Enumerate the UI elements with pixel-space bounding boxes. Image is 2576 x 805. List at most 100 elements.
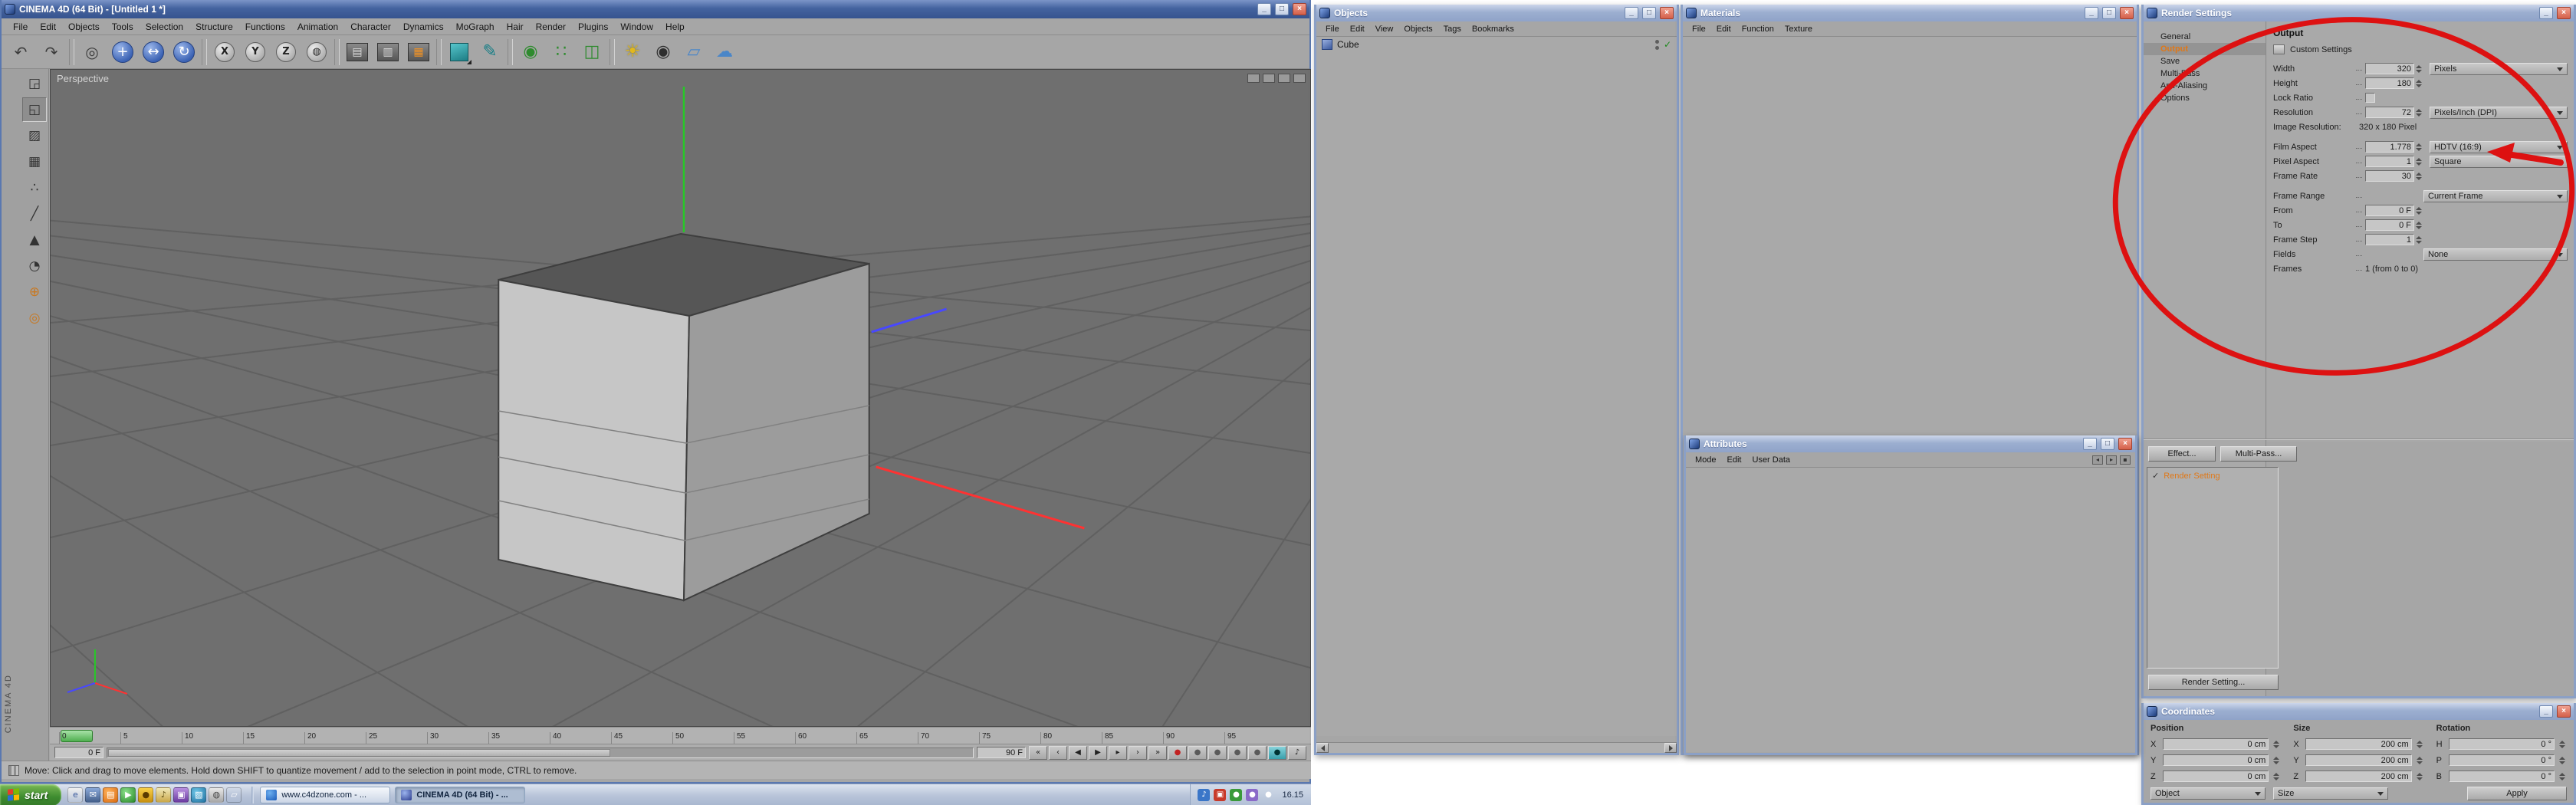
visibility-dots-icon[interactable]	[1654, 39, 1659, 50]
nav-item-options[interactable]: Options	[2144, 92, 2266, 104]
menu-item[interactable]: Edit	[34, 21, 61, 33]
rotation-h-input[interactable]: 0 °	[2448, 738, 2555, 750]
menu-item[interactable]: Character	[345, 21, 396, 33]
pixel-aspect-preset-dropdown[interactable]: Square	[2430, 155, 2568, 168]
show-desktop-icon[interactable]: ▤	[103, 787, 119, 803]
model-mode-icon[interactable]: ◱	[22, 97, 47, 122]
resolution-input[interactable]: 72	[2365, 107, 2414, 118]
nav-item-antialiasing[interactable]: Anti-Aliasing	[2144, 80, 2266, 92]
height-spinner[interactable]	[2414, 77, 2423, 89]
to-input[interactable]: 0 F	[2365, 219, 2414, 231]
preset-row[interactable]: ✓ Render Setting	[2147, 468, 2278, 484]
z-axis-handle[interactable]	[871, 307, 948, 334]
rotate-tool-icon[interactable]: ↻	[169, 38, 199, 67]
pixel-aspect-input[interactable]: 1	[2365, 156, 2414, 167]
film-aspect-input[interactable]: 1.778	[2365, 141, 2414, 153]
instance-icon[interactable]: ◫	[577, 38, 606, 67]
camera-icon[interactable]: ◉	[649, 38, 678, 67]
next-frame-button[interactable]: ▸	[1109, 745, 1127, 760]
menu-item[interactable]: File	[1687, 24, 1710, 34]
y-axis-lock-icon[interactable]: Y	[241, 38, 270, 67]
multipass-button[interactable]: Multi-Pass...	[2220, 446, 2297, 462]
width-spinner[interactable]	[2414, 63, 2423, 74]
make-editable-icon[interactable]: ◲	[22, 71, 47, 96]
current-frame-field[interactable]: 0 F	[54, 747, 104, 758]
messenger-icon[interactable]: ●	[138, 787, 154, 803]
menu-item[interactable]: Tags	[1439, 24, 1466, 34]
frame-step-input[interactable]: 1	[2365, 234, 2414, 245]
volume-icon[interactable]: ♪	[1198, 788, 1211, 801]
photo-viewer-icon[interactable]: ▧	[191, 787, 207, 803]
array-icon[interactable]: ∷	[547, 38, 576, 67]
close-button[interactable]: ×	[2557, 705, 2571, 718]
lock-ratio-checkbox[interactable]	[2365, 93, 2375, 103]
maximize-button[interactable]: □	[1642, 7, 1656, 19]
position-z-input[interactable]: 0 cm	[2163, 770, 2269, 782]
move-tool-icon[interactable]: +	[108, 38, 137, 67]
menu-item[interactable]: Mode	[1691, 455, 1721, 465]
start-button[interactable]: start	[0, 784, 62, 805]
menu-item[interactable]: Window	[615, 21, 659, 33]
end-frame-field[interactable]: 90 F	[977, 747, 1026, 758]
autokey-button[interactable]: ●	[1268, 745, 1286, 760]
menu-item[interactable]: Function	[1737, 24, 1779, 34]
width-input[interactable]: 320	[2365, 63, 2414, 74]
record-position-button[interactable]: ●	[1188, 745, 1207, 760]
close-button[interactable]: ×	[2557, 7, 2571, 19]
coordinate-system-icon[interactable]: ◍	[302, 38, 331, 67]
redo-icon[interactable]: ↷	[37, 38, 66, 67]
size-mode-dropdown[interactable]: Size	[2273, 787, 2388, 800]
view-zoom-icon[interactable]	[1263, 74, 1275, 83]
rotation-b-input[interactable]: 0 °	[2448, 770, 2555, 782]
menu-item[interactable]: Hair	[501, 21, 529, 33]
menu-item[interactable]: Functions	[240, 21, 291, 33]
view-toggle-icon[interactable]	[1293, 74, 1306, 83]
view-move-icon[interactable]	[1247, 74, 1260, 83]
play-button[interactable]: ▶	[1089, 745, 1107, 760]
enabled-check-icon[interactable]: ✓	[1664, 39, 1671, 50]
record-keyframe-button[interactable]: ●	[1168, 745, 1187, 760]
record-parameter-button[interactable]: ●	[1248, 745, 1267, 760]
menu-item[interactable]: Edit	[1723, 455, 1746, 465]
position-x-input[interactable]: 0 cm	[2163, 738, 2269, 750]
resolution-unit-dropdown[interactable]: Pixels/Inch (DPI)	[2430, 106, 2568, 119]
spinner[interactable]	[2415, 770, 2424, 782]
maximize-button[interactable]: □	[2102, 7, 2116, 19]
mail-icon[interactable]: ✉	[85, 787, 101, 803]
film-aspect-spinner[interactable]	[2414, 141, 2423, 153]
hypernurbs-icon[interactable]: ◉	[516, 38, 545, 67]
spline-pen-icon[interactable]: ✎	[475, 38, 504, 67]
previous-frame-button[interactable]: ◀	[1069, 745, 1087, 760]
menu-item[interactable]: Help	[660, 21, 690, 33]
spinner[interactable]	[2272, 770, 2281, 782]
menu-item[interactable]: Dynamics	[398, 21, 449, 33]
minimize-button[interactable]: _	[2539, 7, 2553, 19]
apply-button[interactable]: Apply	[2467, 787, 2567, 800]
size-z-input[interactable]: 200 cm	[2305, 770, 2412, 782]
axis-mode-icon[interactable]: ⊕	[22, 280, 47, 304]
width-unit-dropdown[interactable]: Pixels	[2430, 62, 2568, 75]
record-rotation-button[interactable]: ●	[1228, 745, 1247, 760]
horizontal-scrollbar[interactable]	[1316, 742, 1677, 753]
frame-range-dropdown[interactable]: Current Frame	[2423, 189, 2568, 202]
view-rotate-icon[interactable]	[1278, 74, 1290, 83]
spinner[interactable]	[2272, 754, 2281, 766]
close-button[interactable]: ×	[2120, 7, 2134, 19]
custom-settings-control[interactable]: Custom Settings	[2273, 44, 2568, 54]
minimize-button[interactable]: _	[2539, 705, 2553, 718]
close-button[interactable]: ×	[1293, 3, 1306, 15]
menu-item[interactable]: Render	[531, 21, 571, 33]
document-icon[interactable]: ▱	[226, 787, 242, 803]
menu-item[interactable]: View	[1371, 24, 1398, 34]
minimize-button[interactable]: _	[1257, 3, 1271, 15]
menu-item[interactable]: Selection	[140, 21, 189, 33]
menu-item[interactable]: File	[1321, 24, 1344, 34]
scale-tool-icon[interactable]: ↔	[139, 38, 168, 67]
goto-end-button[interactable]: »	[1148, 745, 1167, 760]
nav-item-save[interactable]: Save	[2144, 55, 2266, 67]
music-player-icon[interactable]: ♪	[156, 787, 172, 803]
folder-icon[interactable]: ▣	[173, 787, 189, 803]
menu-item[interactable]: Plugins	[573, 21, 613, 33]
objects-list[interactable]: Cube ✓	[1316, 37, 1677, 736]
menu-item[interactable]: User Data	[1748, 455, 1796, 465]
